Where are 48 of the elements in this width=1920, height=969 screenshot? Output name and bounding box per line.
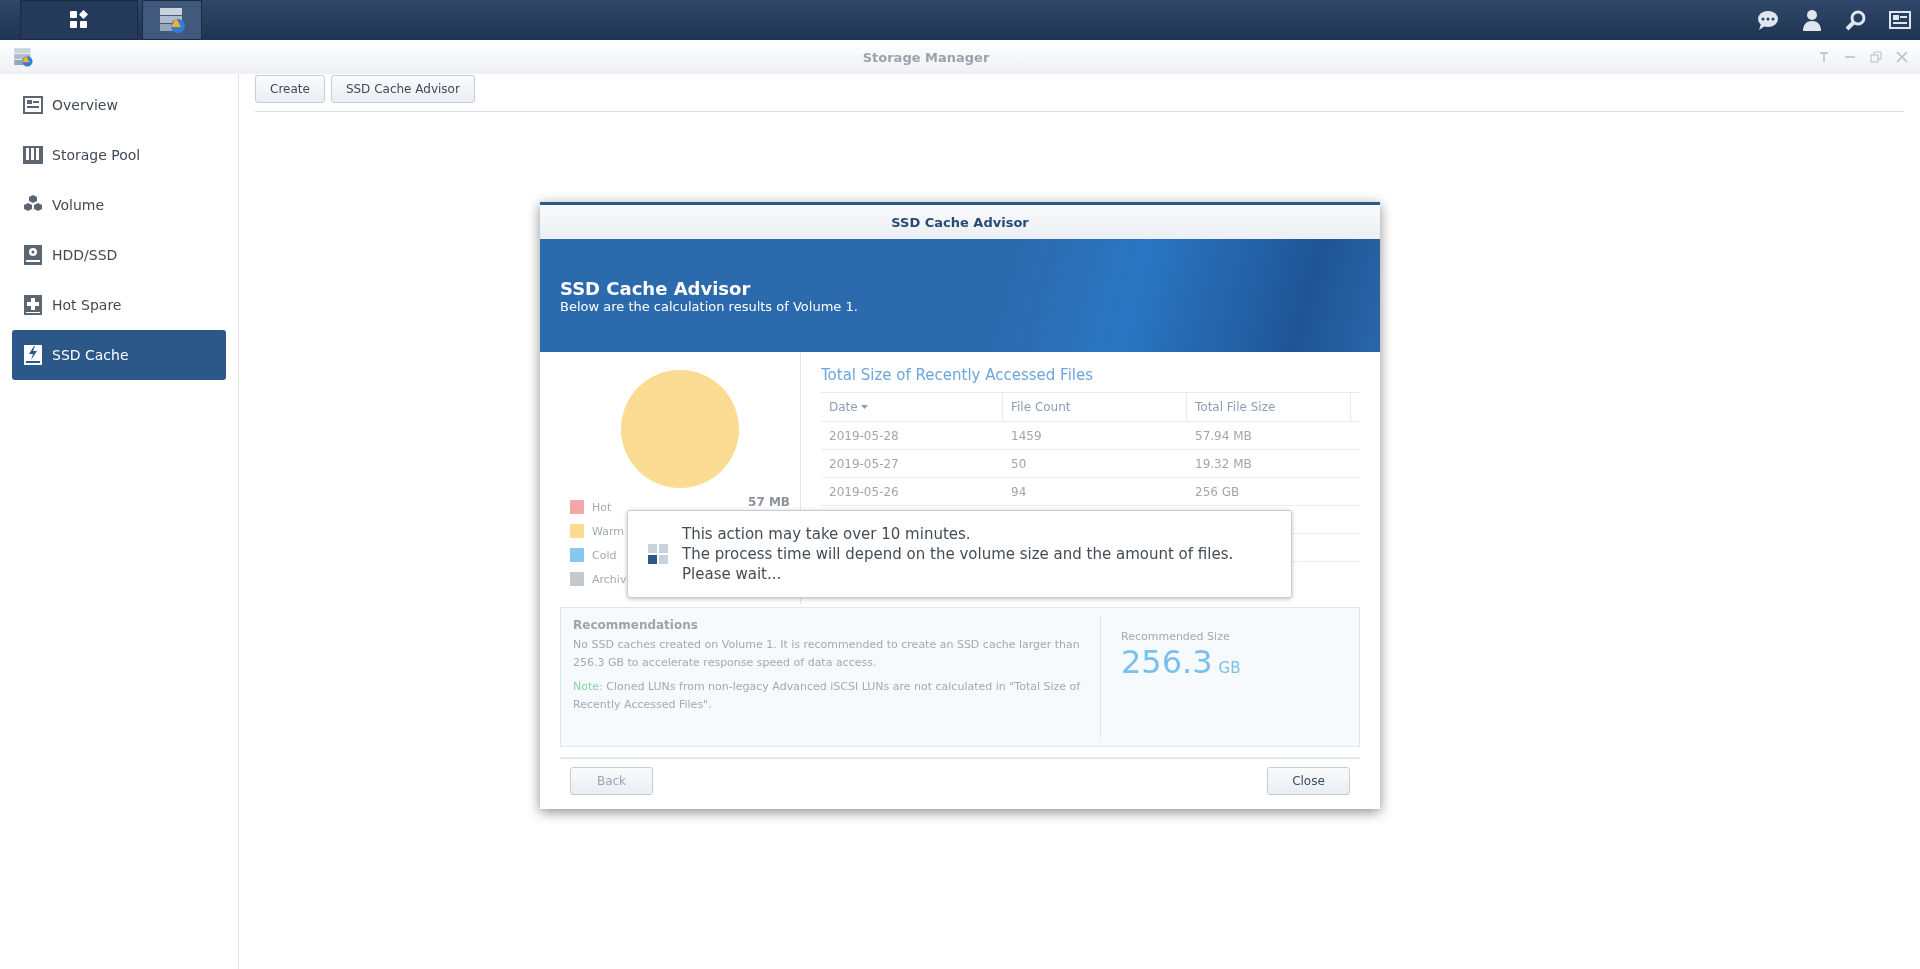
- toast-message: Please wait...: [682, 564, 783, 584]
- legend-label: Warm: [592, 524, 624, 538]
- table-cell: 19.32 MB: [1187, 450, 1351, 478]
- sidebar-item[interactable]: HDD/SSD: [12, 230, 226, 280]
- sidebar-item[interactable]: Overview: [12, 80, 226, 130]
- close-button[interactable]: Close: [1267, 767, 1350, 795]
- table-cell: 94: [1003, 478, 1187, 506]
- create-button[interactable]: Create: [255, 75, 325, 103]
- window-title: Storage Manager: [861, 49, 991, 65]
- sidebar-item[interactable]: Volume: [12, 180, 226, 230]
- legend-label: Cold: [592, 548, 617, 562]
- table-cell: 50: [1003, 450, 1187, 478]
- table-cell: 256 GB: [1187, 478, 1351, 506]
- note-text: Note: Cloned LUNs from non-legacy Advanced iSCSI LUNs are not calculated in "Total Size of Recently Accessed Files".: [573, 679, 1082, 713]
- advisor-button[interactable]: SSD Cache Advisor: [330, 75, 475, 103]
- table-cell: 2019-05-26: [821, 478, 1003, 506]
- sidebar-item[interactable]: Hot Spare: [12, 280, 226, 330]
- recommendation-text: No SSD caches created on Volume 1. It is recommended to create an SSD cache larger than 256.3 GB to accelerate response speed of data access.: [573, 637, 1081, 671]
- storage-manager-taskbar-button[interactable]: [142, 0, 202, 40]
- dialog-title: SSD Cache Advisor: [540, 205, 1380, 239]
- storage-app-icon: [157, 5, 187, 35]
- recommendations-title: Recommendations: [573, 617, 699, 634]
- sidebar-item[interactable]: SSD Cache: [12, 330, 226, 380]
- recommended-size-unit: GB: [1218, 659, 1241, 677]
- loading-squares-icon: [648, 544, 668, 564]
- legend-value: 57 MB: [748, 495, 790, 509]
- plus-drive-icon: [22, 294, 44, 316]
- banner-heading: SSD Cache Advisor: [560, 277, 752, 299]
- main-menu-button[interactable]: [20, 0, 138, 40]
- lightning-drive-icon: [22, 344, 44, 366]
- toast-message: The process time will depend on the volume size and the amount of files.: [682, 544, 1234, 564]
- table-cell: 2019-05-28: [821, 422, 1003, 450]
- banner-subheading: Below are the calculation results of Volume 1.: [560, 298, 859, 314]
- table-cell: 2019-05-27: [821, 450, 1003, 478]
- table-cell: 1459: [1003, 422, 1187, 450]
- table-cell: 57.94 MB: [1187, 422, 1351, 450]
- toast-message: This action may take over 10 minutes.: [682, 524, 972, 544]
- app-grid-icon: [69, 10, 89, 30]
- recommended-size-value: 256.3: [1121, 643, 1213, 681]
- storage-app-icon: [12, 46, 34, 68]
- sidebar-item[interactable]: Storage Pool: [12, 130, 226, 180]
- table-title: Total Size of Recently Accessed Files: [821, 366, 1095, 384]
- id-card-icon: [22, 94, 44, 116]
- legend-label: Hot: [592, 500, 612, 514]
- recommended-size-label: Recommended Size: [1121, 630, 1231, 643]
- sort-caret-icon: [860, 405, 868, 409]
- legend-label: Archiv: [592, 572, 627, 586]
- storage-bars-icon: [22, 144, 44, 166]
